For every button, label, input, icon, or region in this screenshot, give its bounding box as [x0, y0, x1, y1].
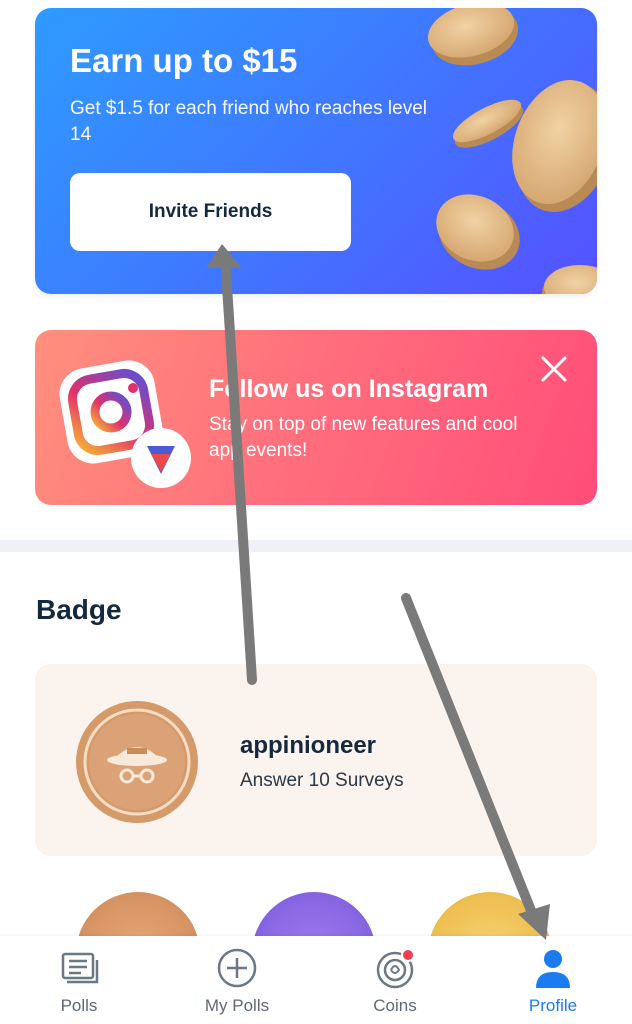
add-circle-icon — [217, 948, 257, 988]
instagram-subtitle: Stay on top of new features and cool app… — [209, 414, 518, 461]
invite-friends-card: Earn up to $15 Get $1.5 for each friend … — [35, 8, 597, 294]
person-icon — [536, 950, 570, 988]
nav-label-polls: Polls — [60, 996, 98, 1015]
invite-friends-button[interactable]: Invite Friends — [70, 173, 351, 251]
badge-name: appinioneer — [240, 732, 377, 759]
badge-heading: Badge — [36, 594, 122, 625]
invite-subtitle: Get $1.5 for each friend who reaches lev… — [70, 98, 427, 145]
instagram-title: Follow us on Instagram — [209, 375, 489, 403]
instagram-icon — [59, 360, 191, 488]
close-icon[interactable] — [539, 354, 569, 384]
notification-dot — [401, 948, 415, 962]
coins-decoration-icon — [427, 8, 597, 294]
nav-item-my-polls[interactable]: My Polls — [167, 936, 307, 1016]
instagram-card[interactable]: Follow us on Instagram Stay on top of ne… — [35, 330, 597, 505]
nav-label-my-polls: My Polls — [204, 996, 270, 1015]
section-divider — [0, 540, 632, 552]
ranger-hat-badge-icon — [76, 701, 198, 823]
nav-label-profile: Profile — [528, 996, 578, 1015]
badge-card[interactable]: appinioneer Answer 10 Surveys — [35, 664, 597, 856]
bottom-nav: Polls My Polls Coins Profile — [0, 936, 632, 1024]
badge-description: Answer 10 Surveys — [240, 770, 404, 791]
invite-title: Earn up to $15 — [70, 42, 298, 79]
nav-item-profile[interactable]: Profile — [483, 936, 623, 1016]
nav-item-polls[interactable]: Polls — [9, 936, 149, 1016]
nav-label-coins: Coins — [373, 996, 417, 1015]
coins-icon-wrapper — [373, 946, 417, 990]
nav-item-coins[interactable]: Coins — [325, 936, 465, 1016]
polls-icon — [61, 952, 99, 984]
